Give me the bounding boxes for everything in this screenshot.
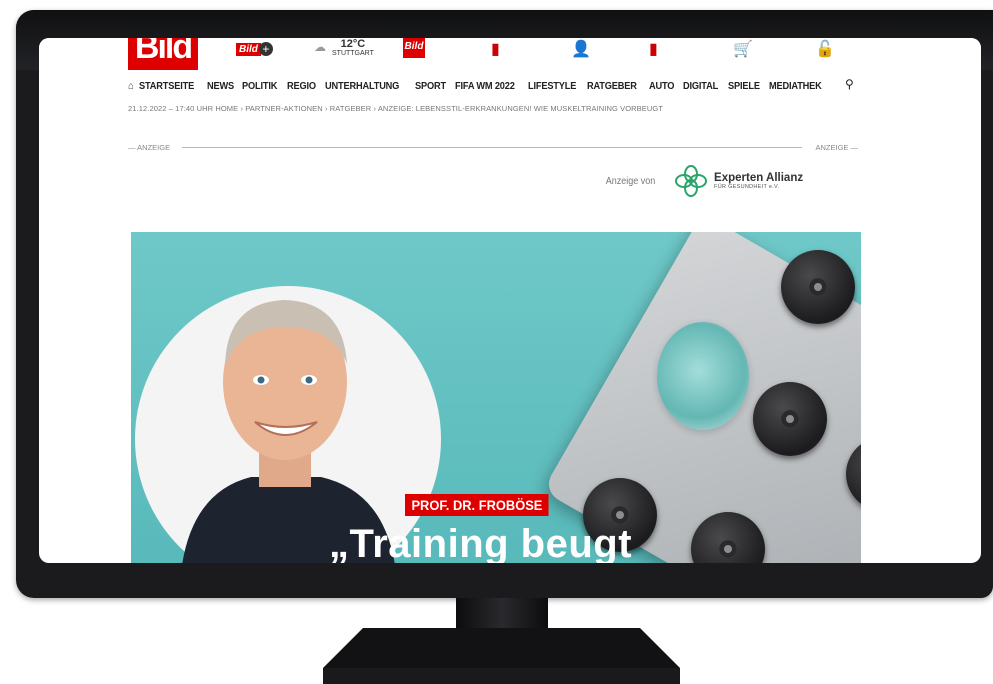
monitor-stand — [323, 628, 680, 668]
bild-logo[interactable]: Bild — [128, 38, 198, 70]
hero-kicker: PROF. DR. FROBÖSE — [405, 494, 549, 516]
ad-label-right: ANZEIGE — — [815, 143, 858, 152]
site-topbar: Bild Bild + ☁ 12°C STUTTGART Bild ▮ 👤 ▮ … — [39, 38, 981, 74]
main-nav: ⌂ STARTSEITE NEWS POLITIK REGIO UNTERHAL… — [128, 78, 834, 94]
plus-icon: + — [258, 42, 273, 56]
nav-item-mediathek[interactable]: MEDIATHEK — [769, 80, 822, 92]
browser-screen: Bild Bild + ☁ 12°C STUTTGART Bild ▮ 👤 ▮ … — [39, 38, 981, 563]
divider-rule — [182, 147, 802, 148]
bildplus-link[interactable]: Bild + — [236, 38, 273, 60]
nav-item-lifestyle[interactable]: LIFESTYLE — [528, 80, 576, 92]
nav-item-regio[interactable]: REGIO — [287, 80, 316, 92]
weather-city: STUTTGART — [332, 49, 374, 57]
sponsor-prefix: Anzeige von — [605, 175, 656, 187]
sponsor-name: Experten Allianz — [714, 171, 804, 184]
bild-app-logo[interactable]: Bild — [403, 38, 425, 58]
newspaper-icon[interactable]: ▮ — [491, 38, 500, 60]
nav-item-unterhaltung[interactable]: UNTERHALTUNG — [325, 80, 399, 92]
ad-label-left: — ANZEIGE — [128, 143, 171, 152]
search-icon[interactable]: ⚲ — [845, 77, 854, 91]
nav-item-startseite[interactable]: STARTSEITE — [139, 80, 194, 92]
nav-item-spiele[interactable]: SPIELE — [728, 80, 760, 92]
nav-item-news[interactable]: NEWS — [207, 80, 234, 92]
hero-headline: „Training beugt — [329, 522, 633, 563]
cloud-rain-icon: ☁ — [314, 40, 326, 54]
hero-image[interactable]: PROF. DR. FROBÖSE „Training beugt — [131, 232, 861, 563]
nav-item-politik[interactable]: POLITIK — [242, 80, 277, 92]
nav-item-digital[interactable]: DIGITAL — [683, 80, 718, 92]
phone-icon[interactable]: ▮ — [649, 38, 658, 60]
portrait-photo — [182, 300, 395, 563]
weather-temp: 12°C — [340, 38, 366, 50]
home-icon[interactable]: ⌂ — [128, 80, 134, 92]
ad-divider: — ANZEIGE ANZEIGE — — [128, 143, 858, 153]
breadcrumb: 21.12.2022 – 17:40 UHR HOME › PARTNER-AK… — [128, 104, 663, 113]
lock-icon[interactable]: 🔓 — [815, 38, 835, 60]
weather-widget[interactable]: ☁ 12°C STUTTGART — [314, 38, 374, 58]
capsule-image — [657, 322, 749, 430]
bildplus-logo: Bild — [236, 42, 261, 56]
weight-plate-image — [753, 382, 827, 456]
person-card-icon[interactable]: 👤 — [571, 38, 591, 60]
monitor-base — [323, 668, 680, 684]
experten-allianz-logo-icon — [675, 165, 708, 197]
cart-icon[interactable]: 🛒 — [733, 38, 753, 60]
sponsor-block[interactable]: Anzeige von Experten Allianz FÜR GESUNDH… — [603, 164, 803, 198]
nav-item-sport[interactable]: SPORT — [415, 80, 446, 92]
nav-item-ratgeber[interactable]: RATGEBER — [587, 80, 637, 92]
nav-item-auto[interactable]: AUTO — [649, 80, 674, 92]
nav-item-fifa-wm[interactable]: FIFA WM 2022 — [455, 80, 515, 92]
sponsor-subtitle: FÜR GESUNDHEIT e.V. — [714, 183, 780, 190]
weight-plate-image — [781, 250, 855, 324]
